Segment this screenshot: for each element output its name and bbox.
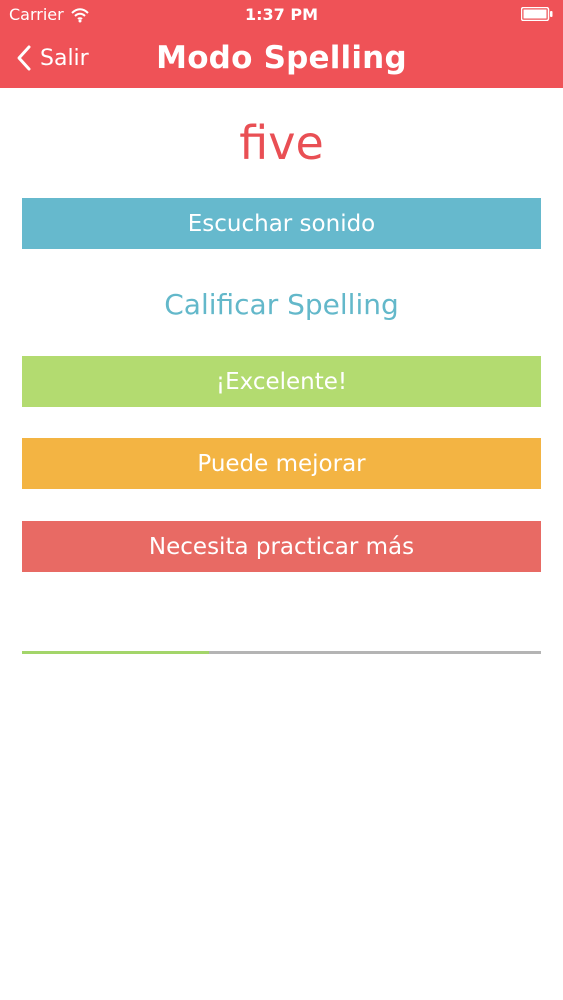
header: Carrier 1:37 PM Salir Modo Spelling [0,0,563,88]
status-bar: Carrier 1:37 PM [0,0,563,30]
needs-practice-button[interactable]: Necesita practicar más [22,521,541,572]
section-title: Calificar Spelling [164,288,399,321]
battery-icon [521,7,553,21]
excellent-button[interactable]: ¡Excelente! [22,356,541,407]
can-improve-button[interactable]: Puede mejorar [22,438,541,489]
spelling-word: five [239,116,324,170]
page-title: Modo Spelling [156,40,407,76]
status-time: 1:37 PM [244,5,318,24]
progress-fill [22,651,209,654]
listen-sound-button[interactable]: Escuchar sonido [22,198,541,249]
nav-bar: Salir Modo Spelling [0,30,563,88]
progress-bar [22,651,541,654]
